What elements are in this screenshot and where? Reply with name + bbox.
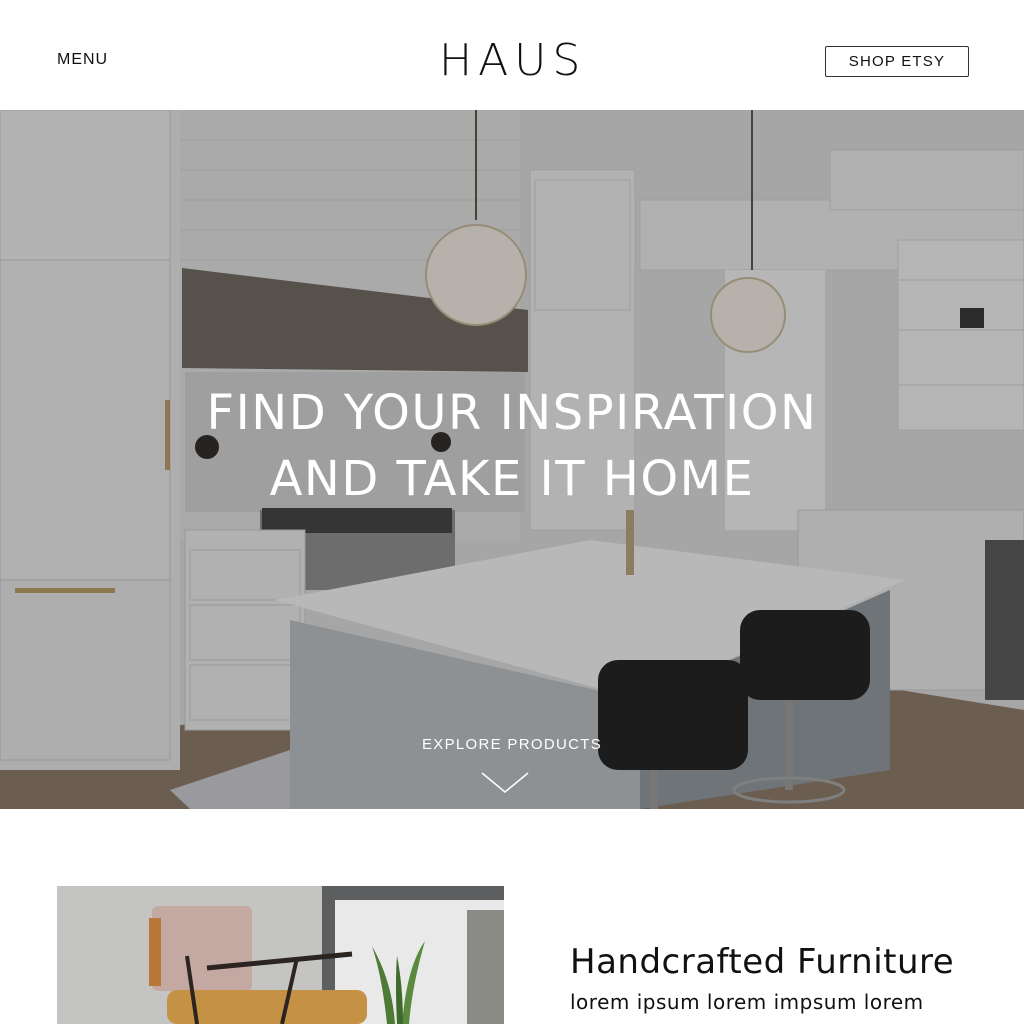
shop-etsy-button[interactable]: SHOP ETSY — [825, 46, 969, 77]
hero-title: FIND YOUR INSPIRATION AND TAKE IT HOME — [0, 380, 1024, 512]
feature-body-text: lorem ipsum lorem impsum lorem — [570, 990, 924, 1014]
explore-products-link[interactable]: EXPLORE PRODUCTS — [0, 736, 1024, 753]
feature-title: Handcrafted Furniture — [570, 942, 955, 982]
logo-text: HAUS — [439, 35, 587, 86]
site-header: MENU HAUS SHOP ETSY — [0, 0, 1024, 110]
hero-title-line-2: AND TAKE IT HOME — [269, 451, 755, 507]
chair-photo-art — [57, 886, 504, 1024]
logo[interactable]: HAUS — [439, 39, 580, 83]
hero-banner: FIND YOUR INSPIRATION AND TAKE IT HOME E… — [0, 110, 1024, 809]
hero-title-line-1: FIND YOUR INSPIRATION — [206, 385, 818, 441]
chair-photo — [57, 886, 504, 1024]
menu-button[interactable]: MENU — [57, 51, 108, 69]
chevron-down-icon[interactable] — [480, 770, 530, 796]
